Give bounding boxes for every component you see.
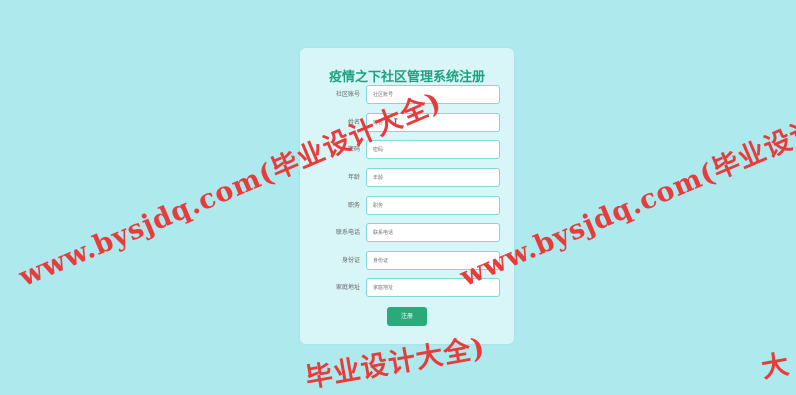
field-row-password: 密码 — [300, 140, 514, 160]
name-input[interactable] — [366, 113, 500, 132]
age-label: 年龄 — [347, 174, 360, 181]
page-title: 疫情之下社区管理系统注册 — [328, 70, 485, 85]
address-label: 家庭地址 — [335, 284, 360, 291]
text-cursor-icon: I — [393, 118, 399, 128]
phone-label: 联系电话 — [335, 229, 360, 236]
name-label: 姓名 — [347, 119, 360, 126]
watermark-text: 大 — [759, 349, 793, 385]
field-row-id-card: 身份证 — [300, 251, 514, 271]
field-row-account: 社区账号 — [300, 85, 514, 105]
password-label: 密码 — [347, 146, 360, 153]
position-input[interactable] — [366, 196, 500, 215]
field-row-position: 职务 — [300, 196, 514, 216]
address-input[interactable] — [366, 278, 500, 297]
register-card: 疫情之下社区管理系统注册 社区账号 姓名 密码 年龄 职务 联系电话 身份证 家… — [300, 48, 514, 344]
field-row-address: 家庭地址 — [300, 278, 514, 298]
register-button[interactable]: 注册 — [387, 307, 427, 326]
id-card-input[interactable] — [366, 251, 500, 270]
account-label: 社区账号 — [335, 91, 360, 98]
field-row-name: 姓名 — [300, 113, 514, 133]
password-input[interactable] — [366, 140, 500, 159]
field-row-phone: 联系电话 — [300, 223, 514, 243]
field-row-age: 年龄 — [300, 168, 514, 188]
id-card-label: 身份证 — [341, 257, 360, 264]
position-label: 职务 — [347, 202, 360, 209]
age-input[interactable] — [366, 168, 500, 187]
account-input[interactable] — [366, 85, 500, 104]
phone-input[interactable] — [366, 223, 500, 242]
